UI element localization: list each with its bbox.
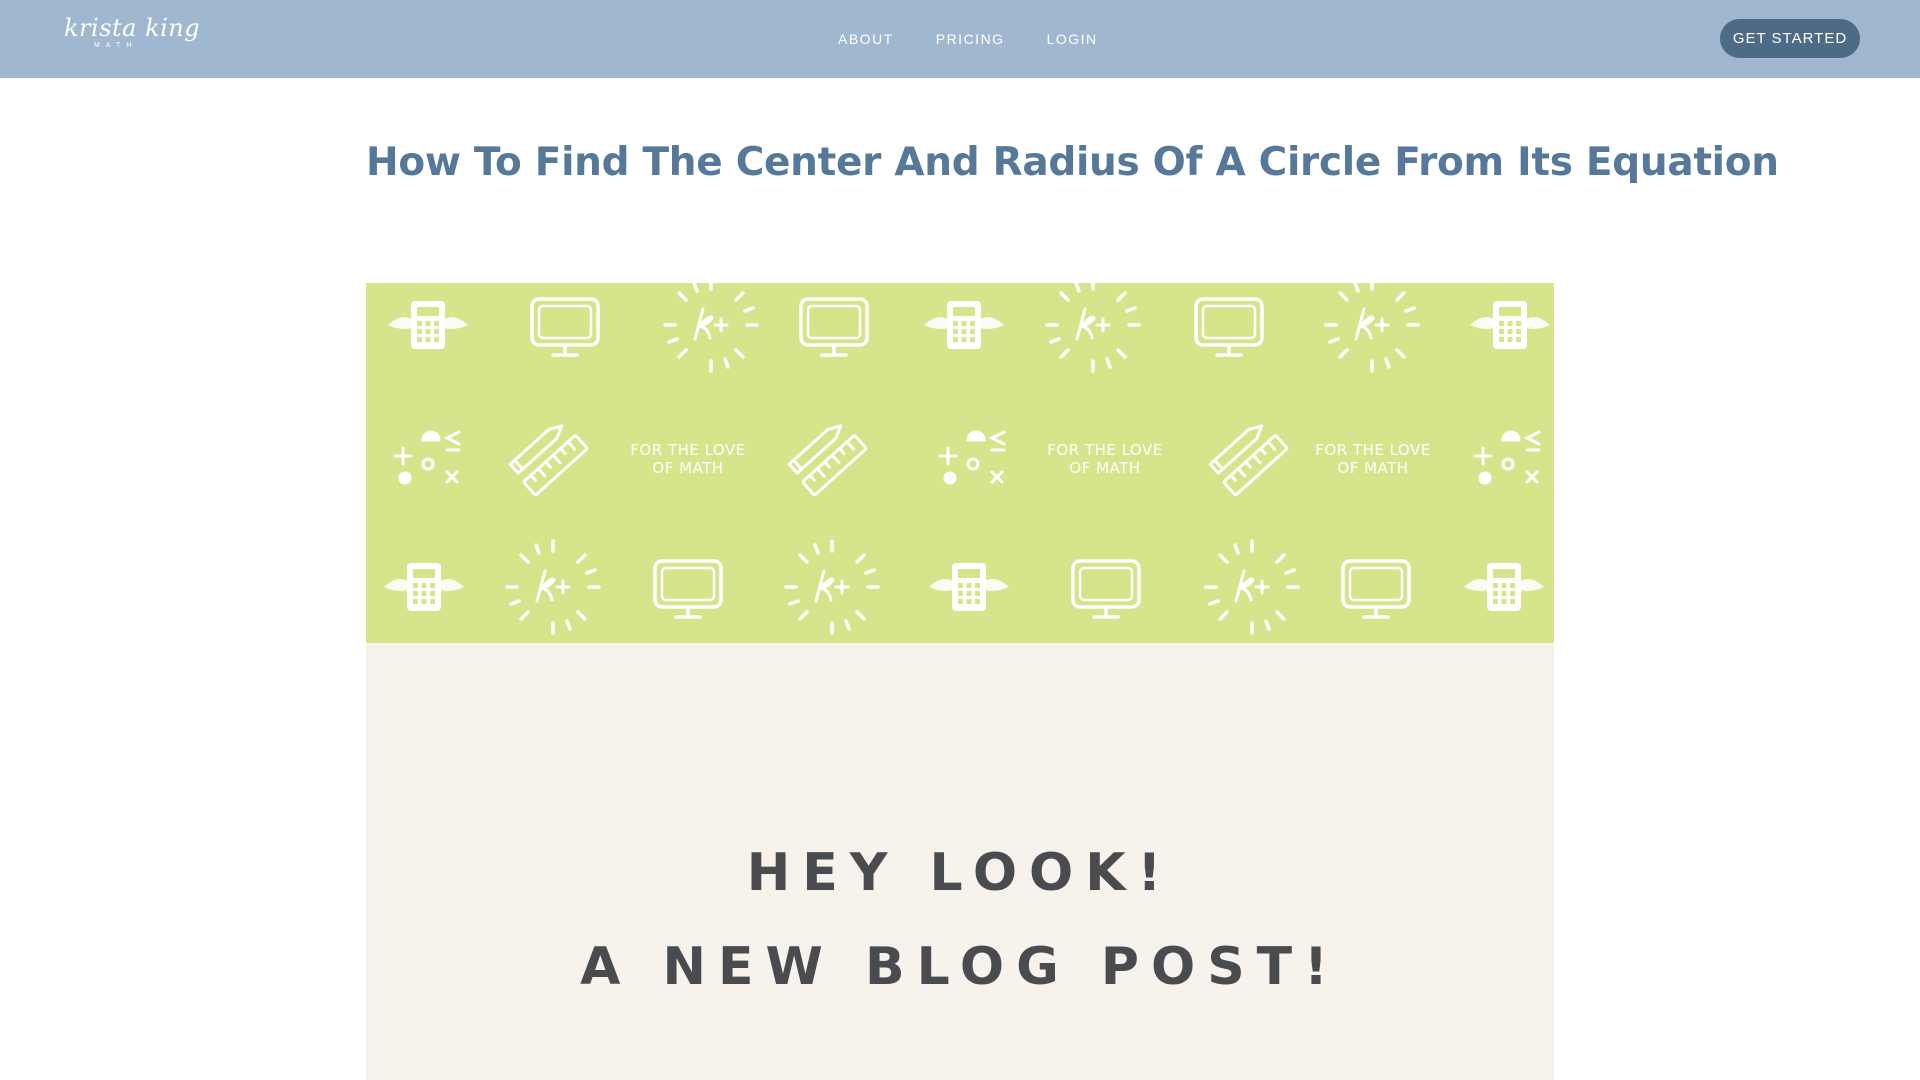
math-icon-pattern: FOR THE LOVE OF MATH FOR THE LOVE OF MAT… [366,283,1554,643]
get-started-button[interactable]: GET STARTED [1720,19,1860,58]
hero-headline-line2: A NEW BLOG POST! [580,937,1340,997]
hero-text-panel: HEY LOOK! A NEW BLOG POST! [366,643,1554,1080]
hero-headline-line1: HEY LOOK! [746,843,1174,903]
pattern-text-line2: OF MATH [1337,459,1408,477]
article-title: How To Find The Center And Radius Of A C… [366,140,1779,185]
pattern-text-line1: FOR THE LOVE [1315,441,1430,459]
pattern-text-line1: FOR THE LOVE [1047,441,1162,459]
pattern-text-line1: FOR THE LOVE [630,441,745,459]
logo-script-text: krista king [64,14,201,42]
hero-banner-image: FOR THE LOVE OF MATH FOR THE LOVE OF MAT… [366,283,1554,1080]
pattern-text-line2: OF MATH [1069,459,1140,477]
logo-subtext: MATH [94,42,138,49]
nav-about-link[interactable]: ABOUT [838,31,894,47]
nav-pricing-link[interactable]: PRICING [936,31,1005,47]
nav-login-link[interactable]: LOGIN [1047,31,1098,47]
top-navigation-bar: krista king MATH ABOUT PRICING LOGIN GET… [0,0,1920,78]
krista-king-math-logo[interactable]: krista king MATH [64,14,200,62]
main-nav: ABOUT PRICING LOGIN [838,31,1098,47]
pattern-text-line2: OF MATH [652,459,723,477]
